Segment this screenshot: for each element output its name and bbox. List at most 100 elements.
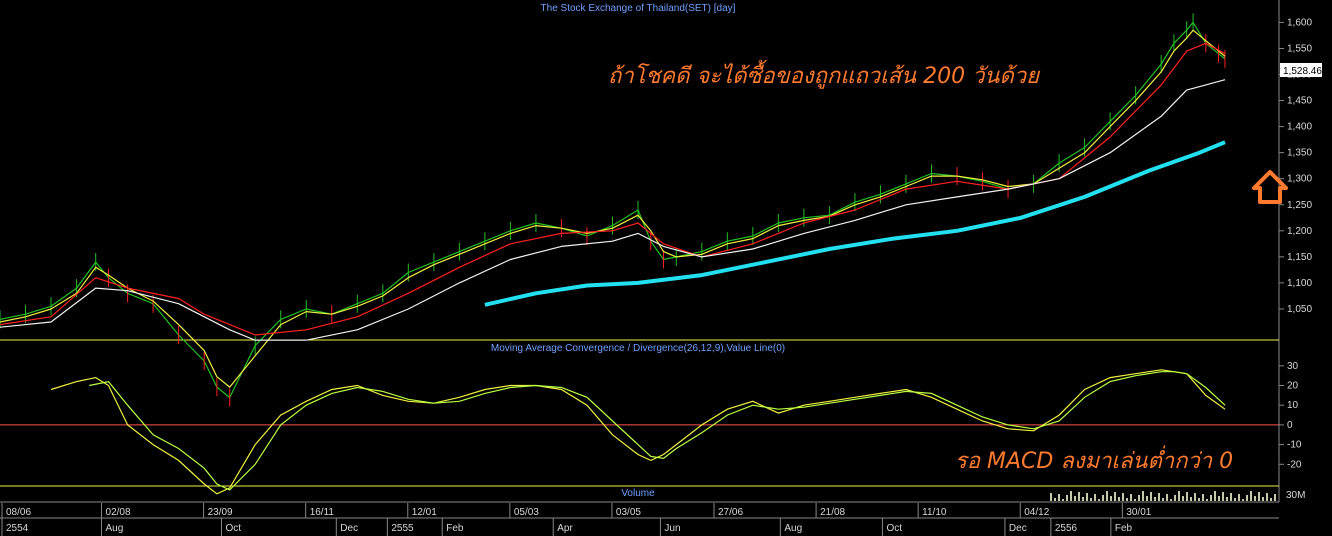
volume-bar bbox=[1178, 491, 1180, 501]
volume-bar bbox=[1262, 497, 1264, 501]
date-axis: 08/06 02/08 23/09 16/11 12/01 05/03 03/05 27/06… bbox=[0, 503, 1279, 536]
volume-bar bbox=[1230, 493, 1232, 501]
date-label-top: 11/10 bbox=[922, 507, 947, 518]
volume-bar bbox=[1134, 499, 1136, 501]
date-label-bottom: Dec bbox=[1009, 523, 1027, 534]
volume-bar bbox=[1122, 493, 1124, 501]
volume-bar bbox=[1118, 497, 1120, 501]
date-label-bottom: Feb bbox=[1115, 523, 1133, 534]
volume-bar bbox=[1246, 495, 1248, 501]
macd-annotation: รอ MACD ลงมาเล่นต่ำกว่า 0 bbox=[955, 445, 1233, 474]
price-tick-label: 1,200 bbox=[1287, 226, 1312, 237]
volume-bar bbox=[1162, 498, 1164, 501]
price-tick-label: 1,550 bbox=[1287, 43, 1312, 54]
volume-bar bbox=[1070, 491, 1072, 501]
price-axis: 1,6001,5501,5001,4501,4001,3501,3001,250… bbox=[1279, 17, 1312, 315]
volume-bar bbox=[1210, 495, 1212, 501]
volume-bar bbox=[1206, 499, 1208, 501]
volume-bar bbox=[1078, 492, 1080, 501]
date-label-bottom: Feb bbox=[446, 523, 464, 534]
date-label-top: 03/05 bbox=[616, 507, 641, 518]
volume-bars bbox=[1050, 491, 1276, 501]
date-label-bottom: Oct bbox=[886, 523, 902, 534]
volume-bar bbox=[1054, 498, 1056, 501]
price-tick-label: 1,350 bbox=[1287, 148, 1312, 159]
volume-bar bbox=[1138, 495, 1140, 501]
date-label-bottom: Oct bbox=[225, 523, 241, 534]
macd-panel: Moving Average Convergence / Divergence(… bbox=[0, 343, 1302, 495]
date-label-top: 12/01 bbox=[412, 507, 437, 518]
macd-axis: 30 20 10 0 -10 -20 bbox=[1279, 361, 1302, 470]
date-label-top: 23/09 bbox=[208, 507, 233, 518]
macd-tick-label: -20 bbox=[1287, 459, 1302, 470]
macd-tick-label: 10 bbox=[1287, 400, 1299, 411]
set-index-chart: The Stock Exchange of Thailand(SET) [day… bbox=[0, 0, 1322, 536]
volume-bar bbox=[1270, 498, 1272, 501]
date-label-top: 02/08 bbox=[106, 507, 131, 518]
volume-panel: Volume 30M bbox=[0, 488, 1305, 503]
price-tick-label: 1,150 bbox=[1287, 252, 1312, 263]
date-label-top: 16/11 bbox=[310, 507, 335, 518]
macd-tick-label: 30 bbox=[1287, 361, 1299, 372]
volume-bar bbox=[1126, 498, 1128, 501]
macd-panel-title: Moving Average Convergence / Divergence(… bbox=[491, 343, 785, 354]
price-tick-label: 1,300 bbox=[1287, 174, 1312, 185]
macd-tick-label: -10 bbox=[1287, 440, 1302, 451]
date-label-bottom: 2555 bbox=[391, 523, 414, 534]
price-annotation: ถ้าโชคดี จะได้ซื้อของถูกแถวเส้น 200 วันด… bbox=[608, 59, 1041, 89]
volume-bar bbox=[1174, 495, 1176, 501]
price-tick-label: 1,050 bbox=[1287, 304, 1312, 315]
volume-bar bbox=[1166, 494, 1168, 501]
volume-bar bbox=[1186, 492, 1188, 501]
volume-bar bbox=[1190, 497, 1192, 501]
date-label-bottom: Aug bbox=[106, 523, 124, 534]
volume-bar bbox=[1142, 491, 1144, 501]
volume-bar bbox=[1094, 494, 1096, 501]
price-tick-label: 1,600 bbox=[1287, 17, 1312, 28]
date-label-top: 21/08 bbox=[820, 507, 845, 518]
volume-bar bbox=[1242, 499, 1244, 501]
volume-bar bbox=[1146, 496, 1148, 501]
volume-bar bbox=[1086, 493, 1088, 501]
date-label-bottom: 2556 bbox=[1055, 523, 1078, 534]
volume-tick: 30M bbox=[1286, 490, 1305, 501]
current-value-marker: 1,528.46 bbox=[1280, 63, 1322, 77]
volume-bar bbox=[1082, 497, 1084, 501]
volume-bar bbox=[1150, 492, 1152, 501]
price-tick-label: 1,400 bbox=[1287, 122, 1312, 133]
macd-line-macd bbox=[50, 369, 1226, 495]
date-label-bottom: Aug bbox=[784, 523, 802, 534]
volume-bar bbox=[1254, 496, 1256, 501]
volume-bar bbox=[1114, 492, 1116, 501]
volume-bar bbox=[1158, 493, 1160, 501]
volume-bar bbox=[1238, 494, 1240, 501]
current-value-label: 1,528.46 bbox=[1283, 66, 1322, 77]
volume-bar bbox=[1226, 497, 1228, 501]
volume-panel-title: Volume bbox=[621, 488, 655, 499]
date-label-bottom: Apr bbox=[557, 523, 573, 534]
volume-bar bbox=[1274, 494, 1276, 501]
macd-series bbox=[50, 369, 1226, 495]
volume-bar bbox=[1154, 497, 1156, 501]
price-tick-label: 1,100 bbox=[1287, 278, 1312, 289]
volume-bar bbox=[1098, 499, 1100, 501]
price-panel: The Stock Exchange of Thailand(SET) [day… bbox=[0, 0, 1322, 502]
volume-bar bbox=[1250, 491, 1252, 501]
date-label-top: 05/03 bbox=[514, 507, 539, 518]
volume-bar bbox=[1258, 492, 1260, 501]
date-label-top: 08/06 bbox=[6, 507, 31, 518]
volume-bar bbox=[1182, 496, 1184, 501]
price-panel-title: The Stock Exchange of Thailand(SET) [day… bbox=[541, 3, 736, 14]
date-label-bottom: 2554 bbox=[6, 523, 29, 534]
volume-bar bbox=[1130, 494, 1132, 501]
volume-bar bbox=[1170, 499, 1172, 501]
macd-tick-label: 20 bbox=[1287, 381, 1299, 392]
volume-bar bbox=[1222, 492, 1224, 501]
volume-bar bbox=[1202, 494, 1204, 501]
price-tick-label: 1,450 bbox=[1287, 96, 1312, 107]
macd-tick-label: 0 bbox=[1287, 420, 1293, 431]
date-label-top: 04/12 bbox=[1024, 507, 1049, 518]
volume-bar bbox=[1050, 493, 1052, 501]
volume-bar bbox=[1198, 498, 1200, 501]
volume-bar bbox=[1062, 499, 1064, 501]
